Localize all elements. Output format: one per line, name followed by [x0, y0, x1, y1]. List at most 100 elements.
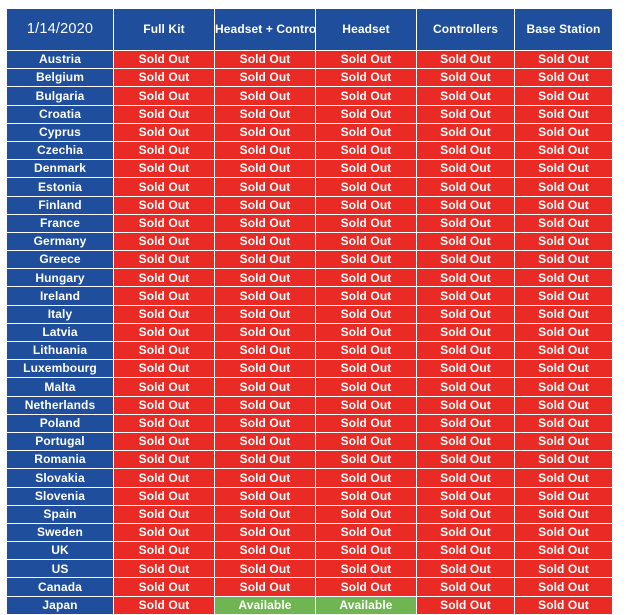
table-row: US Sold Out Sold Out Sold Out Sold Out Sold O… [6, 559, 613, 579]
status-cell-sold-out: Sold Out [113, 413, 215, 433]
status-cell-sold-out: Sold Out [214, 104, 316, 124]
table-row: Croatia Sold Out Sold Out Sold Out Sold Out S… [6, 104, 613, 124]
country-cell: Canada [6, 577, 114, 597]
country-cell: Finland [6, 195, 114, 215]
status-cell-sold-out: Sold Out [514, 450, 613, 470]
status-cell-sold-out: Sold Out [315, 177, 417, 197]
status-cell-sold-out: Sold Out [514, 140, 613, 161]
status-cell-sold-out: Sold Out [315, 486, 417, 506]
country-cell: Greece [6, 250, 114, 270]
status-cell-sold-out: Sold Out [214, 559, 316, 579]
status-cell-sold-out: Sold Out [416, 250, 515, 270]
status-cell-sold-out: Sold Out [416, 304, 515, 324]
status-cell-sold-out: Sold Out [214, 177, 316, 197]
table-row: Luxembourg Sold Out Sold Out Sold Out Sold O… [6, 359, 613, 379]
status-cell-sold-out: Sold Out [416, 413, 515, 433]
status-cell-sold-out: Sold Out [416, 559, 515, 579]
status-cell-sold-out: Sold Out [315, 340, 417, 361]
table-row: Austria Sold Out Sold Out Sold Out Sold Out S… [6, 49, 613, 70]
status-cell-sold-out: Sold Out [514, 595, 613, 615]
country-cell: Hungary [6, 268, 114, 288]
status-cell-sold-out: Sold Out [514, 159, 613, 179]
country-cell: Malta [6, 377, 114, 397]
table-row: Japan Sold Out Available Available Sold Out S… [6, 595, 613, 615]
table-row: Malta Sold Out Sold Out Sold Out Sold Out Sol… [6, 377, 613, 397]
country-cell: Poland [6, 413, 114, 433]
status-cell-sold-out: Sold Out [113, 450, 215, 470]
status-cell-sold-out: Sold Out [416, 468, 515, 488]
status-cell-sold-out: Sold Out [514, 177, 613, 197]
status-cell-sold-out: Sold Out [315, 504, 417, 524]
country-cell: Austria [6, 49, 114, 70]
status-cell-sold-out: Sold Out [113, 159, 215, 179]
status-cell-sold-out: Sold Out [416, 395, 515, 415]
country-cell: Luxembourg [6, 359, 114, 379]
status-cell-sold-out: Sold Out [113, 559, 215, 579]
status-cell-sold-out: Sold Out [113, 49, 215, 70]
status-cell-sold-out: Sold Out [514, 122, 613, 142]
column-header-headset: Headset [315, 8, 417, 51]
country-cell: Spain [6, 504, 114, 524]
status-cell-sold-out: Sold Out [416, 86, 515, 106]
status-cell-sold-out: Sold Out [315, 413, 417, 433]
status-cell-sold-out: Sold Out [416, 122, 515, 142]
status-cell-sold-out: Sold Out [214, 377, 316, 397]
table-row: Denmark Sold Out Sold Out Sold Out Sold Out S… [6, 159, 613, 179]
status-cell-sold-out: Sold Out [315, 49, 417, 70]
status-cell-sold-out: Sold Out [416, 595, 515, 615]
status-cell-sold-out: Sold Out [315, 541, 417, 561]
status-cell-sold-out: Sold Out [113, 140, 215, 161]
table-row: UK Sold Out Sold Out Sold Out Sold Out Sold O… [6, 541, 613, 561]
table-row: Ireland Sold Out Sold Out Sold Out Sold Out S… [6, 286, 613, 306]
status-cell-sold-out: Sold Out [315, 395, 417, 415]
status-cell-sold-out: Sold Out [514, 340, 613, 361]
status-cell-sold-out: Sold Out [514, 359, 613, 379]
status-cell-sold-out: Sold Out [113, 231, 215, 252]
status-cell-sold-out: Sold Out [113, 250, 215, 270]
status-cell-sold-out: Sold Out [214, 322, 316, 343]
status-cell-sold-out: Sold Out [113, 468, 215, 488]
status-cell-sold-out: Sold Out [416, 231, 515, 252]
country-cell: Denmark [6, 159, 114, 179]
status-cell-sold-out: Sold Out [315, 140, 417, 161]
status-cell-sold-out: Sold Out [113, 504, 215, 524]
country-cell: Estonia [6, 177, 114, 197]
status-cell-sold-out: Sold Out [214, 250, 316, 270]
status-cell-sold-out: Sold Out [214, 395, 316, 415]
status-cell-sold-out: Sold Out [113, 213, 215, 233]
status-cell-sold-out: Sold Out [113, 486, 215, 506]
status-cell-sold-out: Sold Out [214, 140, 316, 161]
status-cell-sold-out: Sold Out [214, 286, 316, 306]
column-header-headset-plus-controllers: Headset + Controllers [214, 8, 316, 51]
status-cell-sold-out: Sold Out [315, 377, 417, 397]
status-cell-sold-out: Sold Out [416, 359, 515, 379]
status-cell-sold-out: Sold Out [315, 86, 417, 106]
table-row: Slovenia Sold Out Sold Out Sold Out Sold Out… [6, 486, 613, 506]
status-cell-sold-out: Sold Out [113, 359, 215, 379]
table-row: Hungary Sold Out Sold Out Sold Out Sold Out S… [6, 268, 613, 288]
status-cell-sold-out: Sold Out [214, 304, 316, 324]
status-cell-sold-out: Sold Out [416, 140, 515, 161]
status-cell-sold-out: Sold Out [113, 340, 215, 361]
status-cell-sold-out: Sold Out [113, 431, 215, 452]
table-row: Portugal Sold Out Sold Out Sold Out Sold Out… [6, 431, 613, 452]
country-cell: Japan [6, 595, 114, 615]
status-cell-sold-out: Sold Out [214, 522, 316, 543]
status-cell-sold-out: Sold Out [214, 577, 316, 597]
header-row: 1/14/2020 Full Kit Headset + Controllers… [6, 8, 613, 51]
status-cell-sold-out: Sold Out [514, 522, 613, 543]
status-cell-sold-out: Sold Out [315, 468, 417, 488]
table-row: France Sold Out Sold Out Sold Out Sold Out So… [6, 213, 613, 233]
status-cell-sold-out: Sold Out [514, 68, 613, 88]
table-header: 1/14/2020 Full Kit Headset + Controllers… [6, 8, 613, 51]
country-cell: US [6, 559, 114, 579]
table-row: Netherlands Sold Out Sold Out Sold Out Sold … [6, 395, 613, 415]
country-cell: Czechia [6, 140, 114, 161]
status-cell-sold-out: Sold Out [315, 359, 417, 379]
status-cell-sold-out: Sold Out [113, 595, 215, 615]
country-cell: Bulgaria [6, 86, 114, 106]
status-cell-sold-out: Sold Out [113, 395, 215, 415]
status-cell-sold-out: Sold Out [113, 177, 215, 197]
status-cell-sold-out: Sold Out [113, 286, 215, 306]
status-cell-sold-out: Sold Out [416, 49, 515, 70]
